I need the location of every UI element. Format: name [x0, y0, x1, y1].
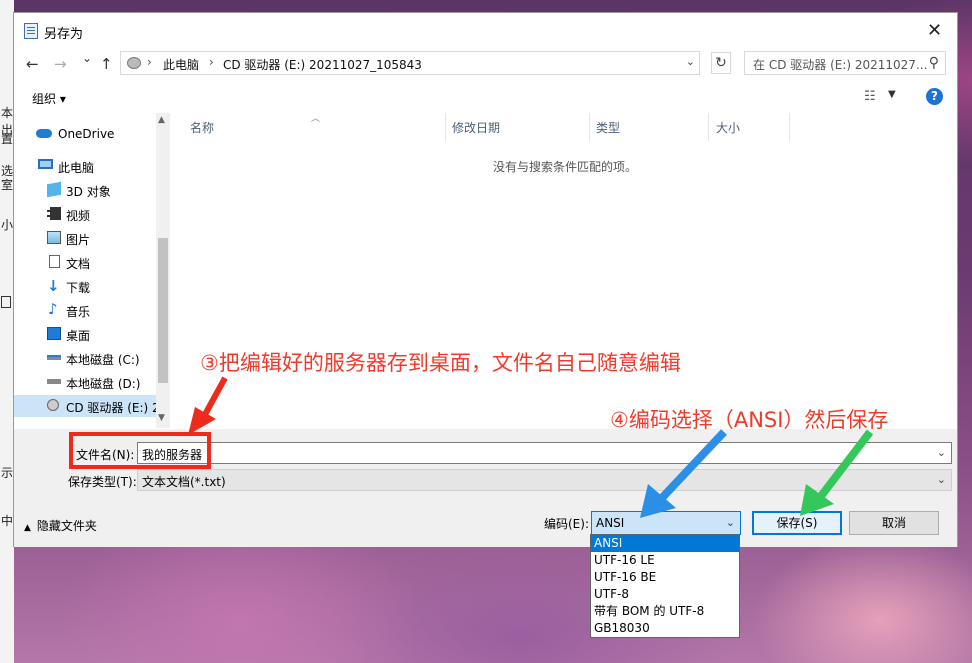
green-arrow [800, 429, 874, 516]
annotation-arrows [188, 376, 874, 518]
blue-arrow [640, 429, 727, 518]
red-arrow [188, 376, 228, 435]
